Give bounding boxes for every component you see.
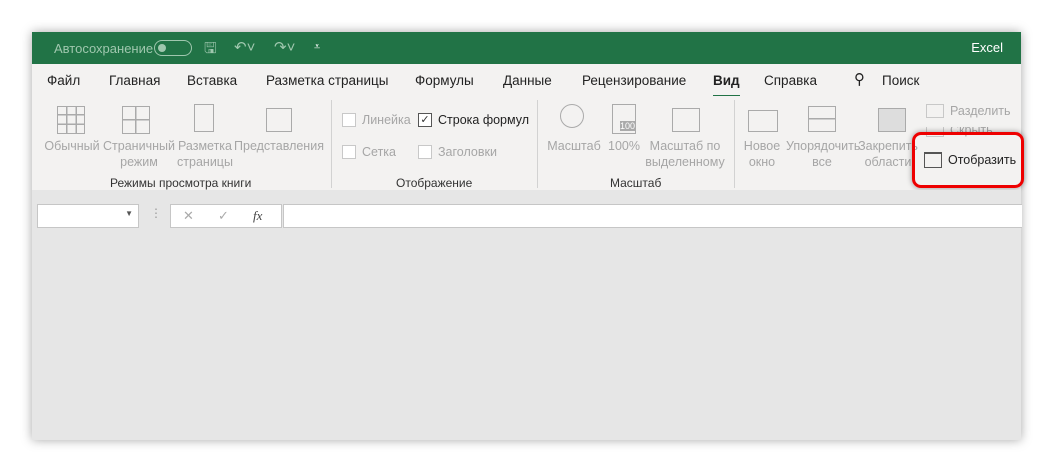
custom-views-button[interactable]: Представления	[234, 138, 324, 154]
headings-checkbox[interactable]: Заголовки	[418, 145, 497, 159]
freeze-panes-button[interactable]: Закрепить области	[858, 138, 918, 170]
autosave-toggle[interactable]	[154, 40, 192, 56]
gridlines-checkbox[interactable]: Сетка	[342, 145, 396, 159]
new-window-button[interactable]: Новое окно	[740, 138, 784, 170]
normal-view-icon	[57, 106, 85, 134]
ribbon-tabs: Файл Главная Вставка Разметка страницы Ф…	[32, 64, 1021, 98]
tab-help[interactable]: Справка	[764, 73, 817, 88]
title-bar: Автосохранение 🖫 ↶˅ ↷˅ ⩡ Excel	[32, 32, 1021, 64]
ruler-checkbox[interactable]: Линейка	[342, 113, 411, 127]
name-box[interactable]: ▼	[37, 204, 139, 228]
customize-toolbar-icon[interactable]: ⩡	[314, 41, 320, 54]
group-label-show: Отображение	[396, 176, 473, 190]
save-icon[interactable]: 🖫	[204, 38, 217, 63]
tab-review[interactable]: Рецензирование	[582, 73, 686, 88]
page-break-view-icon	[122, 106, 150, 134]
new-window-icon	[748, 110, 778, 132]
formula-bar-checkbox[interactable]: ✓ Строка формул	[418, 113, 529, 127]
unhide-button[interactable]: Отобразить	[924, 152, 1016, 168]
formula-bar: ▼ ⋮ ✕ ✓ fx	[32, 190, 1022, 230]
split-button[interactable]: Разделить	[926, 104, 1011, 118]
zoom-to-selection-button[interactable]: Масштаб по выделенному	[644, 138, 726, 170]
gridlines-label: Сетка	[362, 145, 396, 159]
custom-views-icon	[266, 108, 292, 132]
page-break-view-button[interactable]: Страничный режим	[102, 138, 176, 170]
excel-window: Автосохранение 🖫 ↶˅ ↷˅ ⩡ Excel Файл Глав…	[32, 32, 1024, 440]
formula-bar-label: Строка формул	[438, 113, 530, 127]
zoom-100-icon: 100	[612, 104, 636, 134]
unhide-icon	[924, 152, 942, 168]
separator	[331, 100, 332, 188]
zoom-button[interactable]: Масштаб	[544, 138, 604, 154]
tab-file[interactable]: Файл	[47, 73, 80, 88]
checkbox-box	[342, 113, 356, 127]
ruler-label: Линейка	[362, 113, 411, 127]
separator	[537, 100, 538, 188]
ribbon: Обычный Страничный режим Разметка страни…	[32, 96, 1021, 191]
zoom-magnifier-icon	[560, 104, 584, 128]
zoom-100-button[interactable]: 100%	[606, 138, 642, 154]
search-icon[interactable]: ⚲	[854, 70, 865, 88]
checkmark-icon: ✓	[418, 113, 432, 127]
tab-home[interactable]: Главная	[109, 73, 160, 88]
arrange-all-button[interactable]: Упорядочить все	[786, 138, 860, 170]
separator	[734, 100, 735, 188]
checkbox-box	[342, 145, 356, 159]
freeze-panes-icon	[878, 108, 906, 132]
search-label[interactable]: Поиск	[882, 73, 919, 88]
checkbox-box	[418, 145, 432, 159]
enter-icon[interactable]: ✓	[218, 208, 229, 224]
zoom-selection-icon	[672, 108, 700, 132]
page-layout-button[interactable]: Разметка страницы	[176, 138, 234, 170]
autosave-label: Автосохранение	[54, 41, 154, 56]
undo-icon[interactable]: ↶˅	[234, 38, 255, 56]
arrange-all-icon	[808, 106, 836, 132]
cancel-icon[interactable]: ✕	[183, 208, 194, 224]
page-layout-icon	[194, 104, 214, 132]
zoom-100-icon-text: 100	[619, 121, 635, 131]
drag-handle-icon[interactable]: ⋮	[150, 206, 162, 220]
unhide-label: Отобразить	[948, 153, 1017, 167]
formula-input[interactable]	[283, 204, 1022, 228]
formula-buttons: ✕ ✓ fx	[170, 204, 282, 228]
redo-icon[interactable]: ↷˅	[274, 38, 295, 56]
split-label: Разделить	[950, 104, 1011, 118]
headings-label: Заголовки	[438, 145, 497, 159]
split-icon	[926, 104, 944, 118]
tab-data[interactable]: Данные	[503, 73, 552, 88]
tab-insert[interactable]: Вставка	[187, 73, 237, 88]
tab-formulas[interactable]: Формулы	[415, 73, 474, 88]
insert-function-icon[interactable]: fx	[253, 208, 262, 224]
app-title: Excel	[971, 40, 1003, 55]
normal-view-button[interactable]: Обычный	[40, 138, 104, 154]
chevron-down-icon[interactable]: ▼	[125, 209, 133, 218]
group-label-zoom: Масштаб	[610, 176, 662, 190]
tab-page-layout[interactable]: Разметка страницы	[266, 73, 388, 88]
group-label-views: Режимы просмотра книги	[110, 176, 252, 190]
tab-view[interactable]: Вид	[713, 73, 740, 98]
